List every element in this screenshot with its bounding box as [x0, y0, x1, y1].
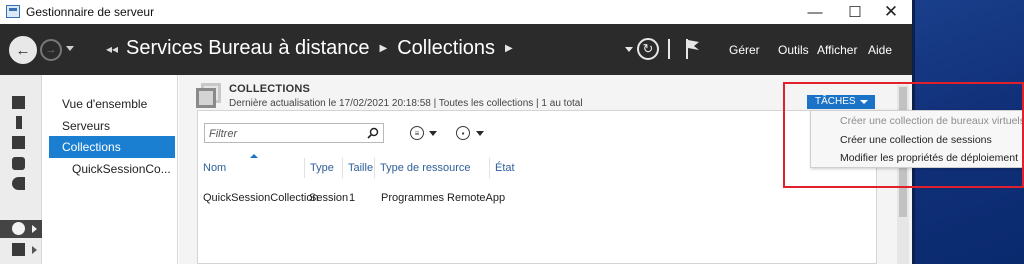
- all-servers-icon[interactable]: [0, 134, 42, 152]
- column-header-resource-type[interactable]: Type de ressource: [374, 158, 489, 178]
- menu-manage[interactable]: Gérer: [729, 43, 760, 57]
- menu-view[interactable]: Afficher: [817, 43, 857, 57]
- search-icon[interactable]: [367, 127, 379, 139]
- notifications-flag-icon[interactable]: [684, 38, 702, 60]
- collections-panel: ≡ ▪ Nom Type Taille Type de ressource Ét…: [197, 110, 877, 264]
- nav-item-collections[interactable]: Collections: [49, 136, 175, 158]
- filter-box: [204, 123, 384, 143]
- nav-item-overview[interactable]: Vue d'ensemble: [49, 93, 175, 115]
- table-header: Nom Type Taille Type de ressource État: [198, 154, 876, 178]
- local-server-icon[interactable]: [0, 114, 42, 132]
- cell-type: Session: [309, 192, 349, 204]
- collections-tile-icon: [196, 88, 216, 108]
- breadcrumb-lead-icon: ◂◂: [106, 41, 119, 56]
- list-options-icon[interactable]: ≡: [410, 126, 424, 140]
- history-dropdown-icon[interactable]: [66, 46, 74, 51]
- tasks-label: TÂCHES: [815, 96, 856, 107]
- chevron-down-icon[interactable]: [476, 131, 484, 136]
- maximize-button[interactable]: ☐: [836, 0, 874, 24]
- arrow-right-icon: →: [45, 44, 57, 56]
- tasks-button[interactable]: TÂCHES: [807, 95, 875, 109]
- menu-item-create-vdi-collection: Créer une collection de bureaux virtuels: [840, 115, 1024, 127]
- remote-desktop-icon[interactable]: [0, 220, 42, 238]
- nav-item-quicksession[interactable]: QuickSessionCo...: [49, 158, 175, 180]
- cell-state: [489, 188, 494, 208]
- main-content: COLLECTIONS Dernière actualisation le 17…: [179, 75, 912, 264]
- breadcrumb-separator-icon: ▶: [505, 43, 513, 54]
- breadcrumb-item-collections[interactable]: Collections: [397, 37, 495, 60]
- cell-name: QuickSessionCollection: [203, 192, 319, 204]
- sort-ascending-icon: [250, 154, 258, 158]
- column-header-name[interactable]: Nom: [198, 154, 304, 178]
- column-header-state[interactable]: État: [489, 158, 549, 178]
- menu-item-edit-deployment-properties[interactable]: Modifier les propriétés de déploiement: [811, 149, 1024, 168]
- save-query-icon[interactable]: ▪: [456, 126, 470, 140]
- refresh-button[interactable]: ↻: [637, 38, 659, 60]
- nav-item-servers[interactable]: Serveurs: [49, 115, 175, 137]
- filter-input[interactable]: [209, 126, 359, 141]
- file-services-icon[interactable]: [0, 175, 42, 193]
- chevron-down-icon[interactable]: [429, 131, 437, 136]
- column-header-size[interactable]: Taille: [342, 158, 374, 178]
- pane-subtitle: Dernière actualisation le 17/02/2021 20:…: [229, 98, 583, 109]
- left-navigation: Vue d'ensemble Serveurs Collections Quic…: [43, 75, 178, 264]
- title-bar: Gestionnaire de serveur — ☐ ✕: [0, 0, 912, 24]
- minimize-button[interactable]: —: [796, 0, 834, 24]
- more-roles-icon[interactable]: [0, 241, 42, 259]
- pane-title: COLLECTIONS: [229, 83, 311, 95]
- column-header-type[interactable]: Type: [304, 158, 342, 178]
- server-manager-icon: [6, 5, 20, 18]
- menu-item-create-session-collection[interactable]: Créer une collection de sessions: [811, 131, 1024, 150]
- cell-resource-type: Programmes RemoteApp: [381, 192, 506, 204]
- close-button[interactable]: ✕: [872, 0, 910, 24]
- menu-help[interactable]: Aide: [868, 43, 892, 57]
- tasks-menu: Créer une collection de bureaux virtuels…: [810, 110, 1024, 168]
- divider: [668, 39, 670, 59]
- chevron-down-icon: [860, 100, 868, 104]
- dashboard-icon[interactable]: [0, 94, 42, 112]
- table-row[interactable]: QuickSessionCollection Session 1 Program…: [198, 188, 876, 208]
- ad-ds-icon[interactable]: [0, 155, 42, 173]
- breadcrumb: ◂◂ Services Bureau à distance ▶ Collecti…: [106, 37, 523, 60]
- breadcrumb-dropdown-icon[interactable]: [625, 46, 633, 52]
- role-icon-rail: [0, 75, 42, 264]
- back-button[interactable]: ←: [9, 36, 37, 64]
- forward-button[interactable]: →: [40, 39, 62, 61]
- window-title: Gestionnaire de serveur: [26, 5, 155, 19]
- refresh-icon: ↻: [642, 41, 654, 56]
- breadcrumb-item-rds[interactable]: Services Bureau à distance: [126, 37, 369, 60]
- breadcrumb-separator-icon: ▶: [379, 43, 388, 54]
- menu-tools[interactable]: Outils: [778, 43, 809, 57]
- header-bar: ← → ◂◂ Services Bureau à distance ▶ Coll…: [0, 24, 912, 75]
- arrow-left-icon: ←: [15, 41, 31, 59]
- cell-size: 1: [349, 192, 356, 204]
